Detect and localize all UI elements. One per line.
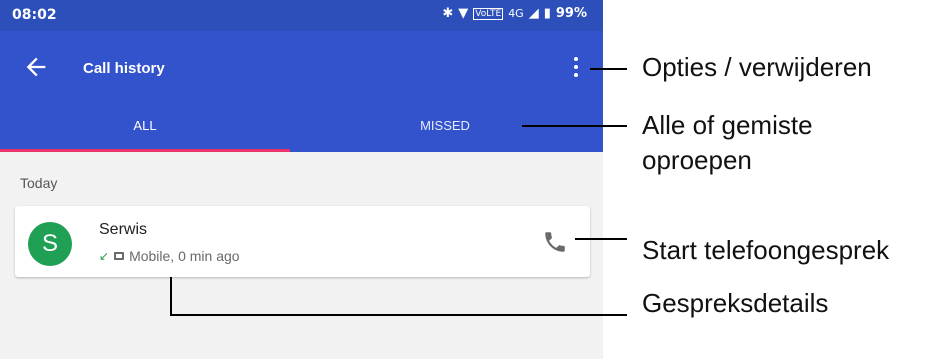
leader-line-tabs xyxy=(522,125,627,127)
leader-line-details-vertical xyxy=(170,277,172,316)
back-arrow-icon[interactable] xyxy=(22,53,50,81)
tab-indicator xyxy=(0,149,290,152)
phone-icon[interactable] xyxy=(542,229,568,255)
contact-name: Serwis xyxy=(99,221,148,238)
wifi-icon: ▼ xyxy=(458,6,469,21)
bluetooth-icon: ✱ xyxy=(442,6,454,21)
page-title: Call history xyxy=(83,60,165,77)
tab-bar: ALL MISSED xyxy=(0,106,603,152)
leader-line-details-horizontal xyxy=(170,314,627,316)
avatar: S xyxy=(28,222,72,266)
annotation-call-details: Gespreksdetails xyxy=(642,288,829,318)
section-header: Today xyxy=(20,175,58,191)
call-detail-text: Mobile, 0 min ago xyxy=(129,248,240,264)
call-detail: ↙ Mobile, 0 min ago xyxy=(99,248,240,264)
leader-line-options xyxy=(590,68,627,70)
status-time: 08:02 xyxy=(12,7,57,23)
volte-icon: VoLTE xyxy=(473,7,504,20)
app-bar: Call history xyxy=(0,31,603,106)
tab-all[interactable]: ALL xyxy=(0,106,290,152)
status-bar: 08:02 ✱ ▼ VoLTE 4G ◢ ▮ 99% xyxy=(0,0,603,31)
annotation-options: Opties / verwijderen xyxy=(642,52,872,82)
network-type: 4G xyxy=(508,7,524,20)
tab-missed[interactable]: MISSED xyxy=(295,106,595,152)
phone-screen: 08:02 ✱ ▼ VoLTE 4G ◢ ▮ 99% Call history … xyxy=(0,0,603,359)
battery-icon: ▮ xyxy=(543,6,551,21)
annotation-start-call: Start telefoongesprek xyxy=(642,235,890,265)
call-list-item[interactable]: S Serwis ↙ Mobile, 0 min ago xyxy=(15,206,590,277)
incoming-call-icon: ↙ xyxy=(99,249,110,263)
more-options-icon[interactable] xyxy=(565,51,587,83)
status-icons: ✱ ▼ VoLTE 4G ◢ ▮ 99% xyxy=(442,6,587,21)
signal-icon: ◢ xyxy=(528,6,539,21)
annotation-tabs-line2: oproepen xyxy=(642,145,752,175)
leader-line-call xyxy=(575,238,627,240)
sim-card-icon xyxy=(114,252,125,260)
battery-percent: 99% xyxy=(555,6,587,21)
annotation-tabs-line1: Alle of gemiste xyxy=(642,110,813,140)
